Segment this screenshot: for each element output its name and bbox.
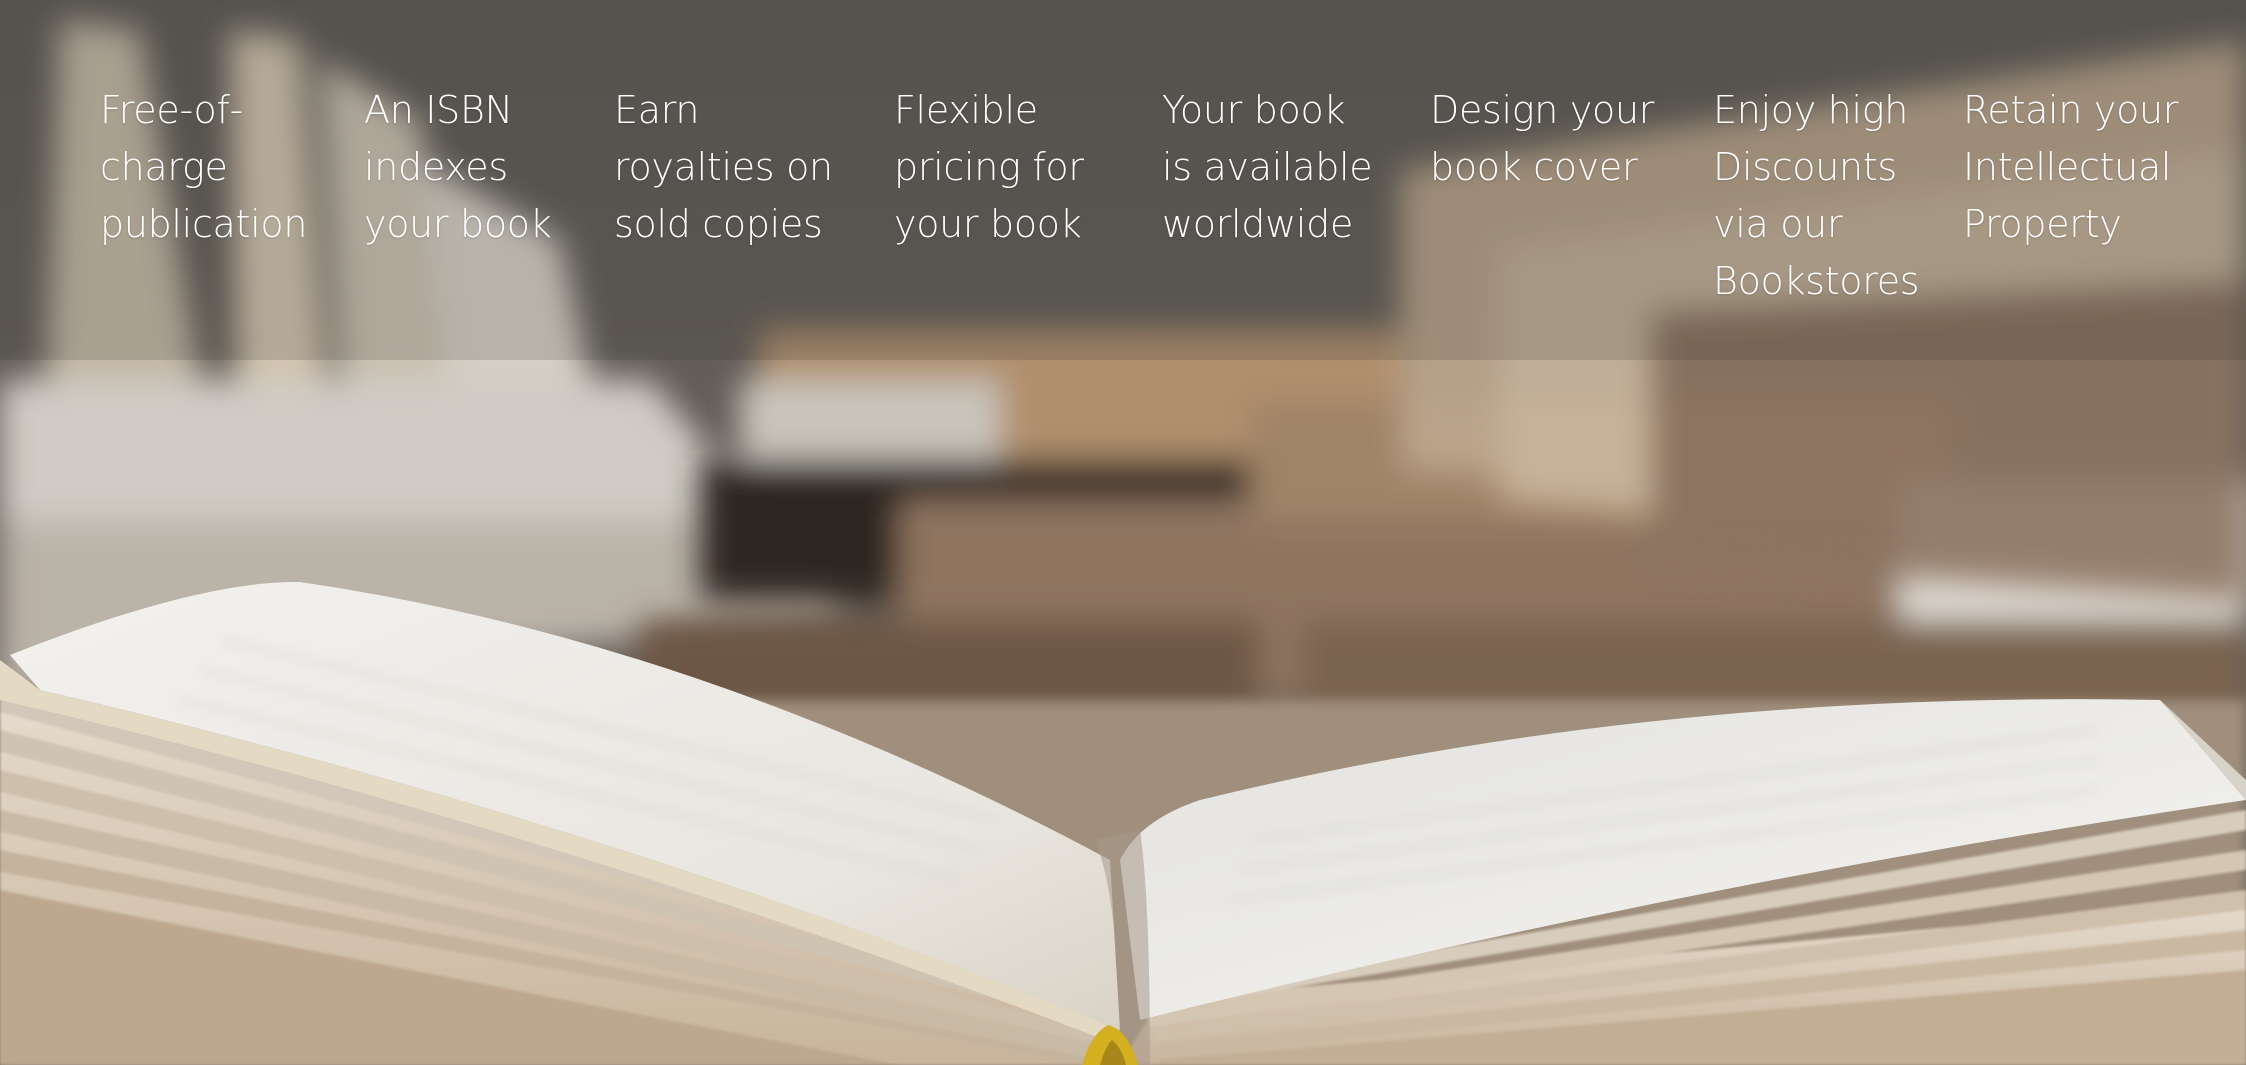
- feature-book-cover: Design your book cover: [1430, 82, 1654, 196]
- feature-line: Property: [1963, 202, 2122, 246]
- feature-line: book cover: [1430, 145, 1638, 189]
- feature-isbn: An ISBN indexes your book: [364, 82, 552, 253]
- feature-line: Earn: [614, 88, 700, 132]
- feature-line: Bookstores: [1713, 259, 1920, 303]
- feature-line: An ISBN: [364, 88, 513, 132]
- feature-line: Design your: [1430, 88, 1655, 132]
- feature-line: Discounts: [1713, 145, 1897, 189]
- feature-line: indexes: [364, 145, 508, 189]
- feature-line: via our: [1713, 202, 1843, 246]
- feature-line: Enjoy high: [1713, 88, 1908, 132]
- feature-line: charge: [100, 145, 228, 189]
- feature-line: royalties on: [614, 145, 833, 189]
- feature-line: worldwide: [1162, 202, 1354, 246]
- feature-intellectual-property: Retain your Intellectual Property: [1963, 82, 2178, 253]
- feature-line: your book: [364, 202, 552, 246]
- feature-discounts: Enjoy high Discounts via our Bookstores: [1713, 82, 1920, 310]
- feature-flexible-pricing: Flexible pricing for your book: [894, 82, 1084, 253]
- feature-line: sold copies: [614, 202, 823, 246]
- feature-line: Retain your: [1963, 88, 2179, 132]
- feature-royalties: Earn royalties on sold copies: [614, 82, 833, 253]
- feature-line: pricing for: [894, 145, 1084, 189]
- features-row: Free-of- charge publication An ISBN inde…: [0, 0, 2246, 320]
- feature-line: your book: [894, 202, 1082, 246]
- feature-line: Flexible: [894, 88, 1038, 132]
- hero-section: Free-of- charge publication An ISBN inde…: [0, 0, 2246, 1065]
- feature-free-publication: Free-of- charge publication: [100, 82, 307, 253]
- feature-line: publication: [100, 202, 308, 246]
- feature-worldwide: Your book is available worldwide: [1162, 82, 1373, 253]
- feature-line: is available: [1162, 145, 1373, 189]
- feature-line: Your book: [1162, 88, 1346, 132]
- feature-line: Free-of-: [100, 88, 243, 132]
- feature-line: Intellectual: [1963, 145, 2172, 189]
